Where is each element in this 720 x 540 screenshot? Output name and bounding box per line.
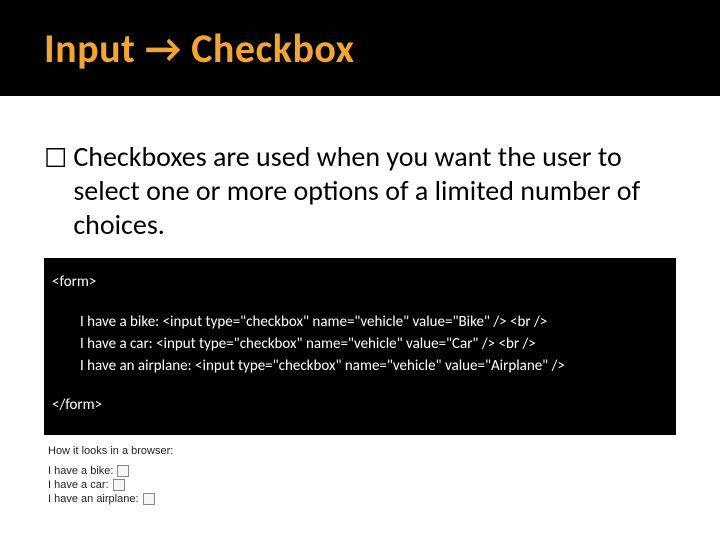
slide: Input → Checkbox ☐ Checkboxes are used w… xyxy=(0,0,720,540)
preview-label: I have a car: xyxy=(48,479,109,491)
bullet-text: Checkboxes are used when you want the us… xyxy=(73,140,676,242)
code-form-open: <form> xyxy=(52,272,666,294)
preview-heading: How it looks in a browser: xyxy=(48,445,676,457)
preview-row: I have an airplane: xyxy=(48,493,676,505)
code-block: <form> I have a bike: <input type="check… xyxy=(44,258,676,435)
code-line: I have a car: <input type="checkbox" nam… xyxy=(80,334,666,356)
preview-label: I have a bike: xyxy=(48,465,113,477)
title-post: Checkbox xyxy=(182,24,355,73)
bullet-marker-icon: ☐ xyxy=(44,142,67,176)
code-form-close: </form> xyxy=(52,395,666,417)
arrow-right-icon: → xyxy=(145,24,182,73)
preview-row: I have a bike: xyxy=(48,465,676,477)
slide-title: Input → Checkbox xyxy=(44,24,355,73)
browser-preview: How it looks in a browser: I have a bike… xyxy=(48,445,676,505)
slide-body: ☐ Checkboxes are used when you want the … xyxy=(0,96,720,505)
checkbox-icon xyxy=(113,479,125,491)
code-line: I have a bike: <input type="checkbox" na… xyxy=(80,312,666,334)
title-pre: Input xyxy=(44,24,145,73)
title-bar: Input → Checkbox xyxy=(0,0,720,96)
checkbox-icon xyxy=(117,465,129,477)
preview-row: I have a car: xyxy=(48,479,676,491)
preview-label: I have an airplane: xyxy=(48,493,139,505)
code-line: I have an airplane: <input type="checkbo… xyxy=(80,356,666,378)
bullet-item: ☐ Checkboxes are used when you want the … xyxy=(44,140,676,242)
checkbox-icon xyxy=(143,493,155,505)
